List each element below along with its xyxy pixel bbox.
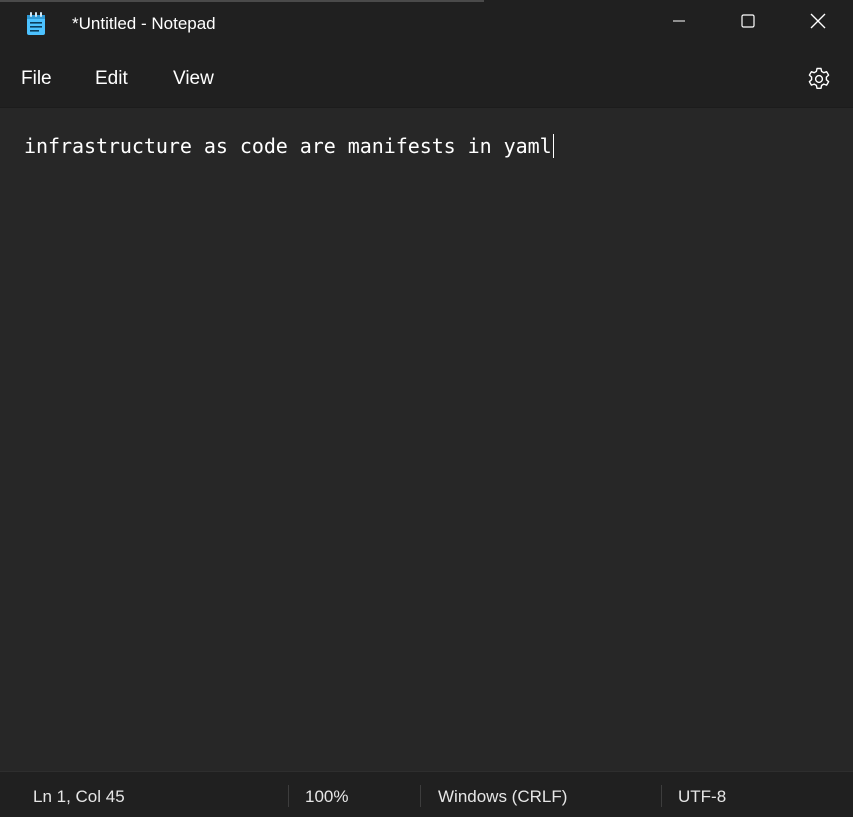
maximize-icon xyxy=(741,13,755,33)
text-editor[interactable]: infrastructure as code are manifests in … xyxy=(0,107,853,772)
editor-line: infrastructure as code are manifests in … xyxy=(24,134,552,158)
gear-icon xyxy=(808,67,830,89)
settings-button[interactable] xyxy=(806,66,832,92)
status-zoom: 100% xyxy=(305,787,349,806)
window-title: *Untitled - Notepad xyxy=(72,14,216,33)
minimize-icon xyxy=(672,14,686,33)
status-divider xyxy=(661,785,662,807)
status-encoding: UTF-8 xyxy=(678,787,727,806)
text-caret xyxy=(552,134,554,158)
status-divider xyxy=(288,785,289,807)
menu-edit[interactable]: Edit xyxy=(95,68,128,90)
notepad-icon xyxy=(25,12,47,36)
menu-file[interactable]: File xyxy=(21,68,52,90)
title-bar[interactable]: *Untitled - Notepad xyxy=(0,0,853,48)
close-icon xyxy=(810,13,826,34)
editor-content[interactable]: infrastructure as code are manifests in … xyxy=(24,134,554,158)
status-line-ending: Windows (CRLF) xyxy=(438,787,568,806)
status-cursor-position: Ln 1, Col 45 xyxy=(33,787,125,806)
notepad-window: *Untitled - Notepad File Edit View infra… xyxy=(0,0,853,817)
status-divider xyxy=(420,785,421,807)
maximize-button[interactable] xyxy=(713,0,783,46)
close-button[interactable] xyxy=(783,0,853,46)
menu-view[interactable]: View xyxy=(173,68,214,90)
status-bar: Ln 1, Col 45 100% Windows (CRLF) UTF-8 xyxy=(0,771,853,817)
minimize-button[interactable] xyxy=(644,0,714,46)
menu-bar: File Edit View xyxy=(0,48,853,107)
